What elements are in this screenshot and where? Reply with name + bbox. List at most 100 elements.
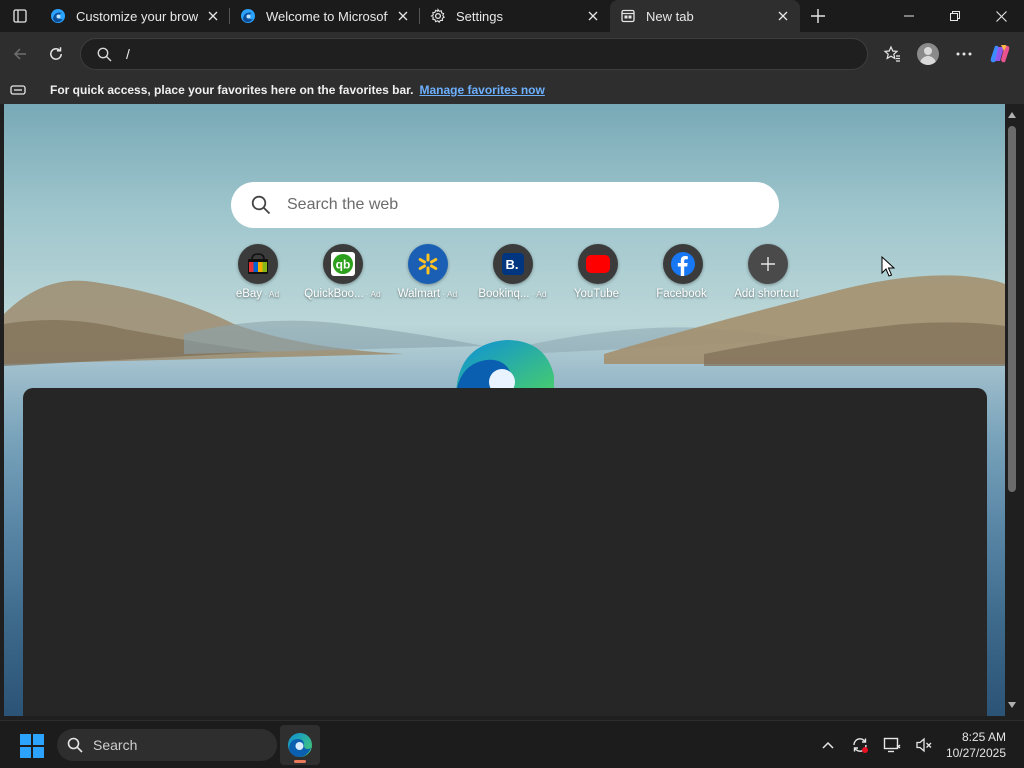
close-tab-button[interactable] [774, 7, 792, 25]
shortcut-label: Add shortcut [734, 288, 799, 300]
more-dots-icon [956, 52, 972, 56]
back-button[interactable] [2, 36, 38, 72]
scrollbar-thumb[interactable] [1008, 126, 1016, 492]
favorites-star-icon [883, 45, 900, 62]
refresh-icon [50, 47, 62, 60]
address-input[interactable]: / [126, 46, 130, 62]
running-indicator [294, 760, 306, 763]
favorites-bar-icon [0, 76, 36, 104]
close-icon [995, 10, 1007, 22]
system-tray [818, 733, 934, 757]
add-shortcut-button[interactable]: Add shortcut [725, 244, 810, 300]
restore-button[interactable] [932, 0, 978, 32]
tab-title: Welcome to Microsoft E [266, 8, 388, 24]
volume-muted-icon [916, 737, 932, 753]
volume-button[interactable] [914, 733, 934, 757]
settings-and-more-button[interactable] [946, 36, 982, 72]
start-button[interactable] [20, 734, 44, 758]
search-icon [251, 195, 271, 215]
close-icon [588, 11, 598, 21]
shortcut-youtube[interactable]: YouTube [555, 244, 640, 300]
shortcut-quickbooks[interactable]: qb QuickBoo... · Ad [300, 244, 385, 300]
shortcut-label: Bookinq... · Ad [478, 288, 547, 300]
minimize-icon [904, 15, 914, 17]
profile-button[interactable] [910, 36, 946, 72]
walmart-spark-icon [407, 244, 448, 284]
copilot-icon [990, 45, 1010, 63]
back-arrow-icon [13, 48, 26, 60]
network-monitor-icon [883, 737, 901, 753]
taskbar-edge-button[interactable] [280, 725, 320, 765]
new-tab-button[interactable] [802, 0, 834, 32]
favorites-bar-message: For quick access, place your favorites h… [50, 83, 414, 97]
favorites-info-bar: For quick access, place your favorites h… [0, 76, 1024, 104]
window-controls [886, 0, 1024, 32]
network-button[interactable] [882, 733, 902, 757]
taskbar-search-box[interactable]: Search [57, 729, 277, 761]
restore-icon [950, 11, 960, 21]
show-hidden-icons-button[interactable] [818, 733, 838, 757]
booking-icon: B. [492, 244, 533, 284]
web-search-box[interactable]: Search the web [231, 182, 779, 228]
close-icon [208, 11, 218, 21]
tab-welcome-edge[interactable]: Welcome to Microsoft E [230, 0, 420, 32]
navigation-toolbar: / [0, 32, 1024, 76]
toolbar-right-actions [874, 36, 1018, 72]
refresh-button[interactable] [38, 36, 74, 72]
plus-icon [747, 244, 788, 284]
tab-customize-browser[interactable]: Customize your browser [40, 0, 230, 32]
search-icon [67, 737, 83, 753]
shortcut-label: Walmart · Ad [397, 288, 458, 300]
shortcut-walmart[interactable]: Walmart · Ad [385, 244, 470, 300]
tab-actions-button[interactable] [0, 0, 40, 32]
address-bar[interactable]: / [80, 38, 868, 70]
taskbar-clock[interactable]: 8:25 AM 10/27/2025 [946, 729, 1006, 761]
edge-icon [240, 8, 256, 24]
shortcut-label: eBay · Ad [235, 288, 280, 300]
desktop-screen: Customize your browser Welcome to Micros… [0, 0, 1024, 768]
scroll-up-arrow-icon[interactable] [1007, 110, 1017, 120]
minimize-button[interactable] [886, 0, 932, 32]
tab-title: Settings [456, 8, 503, 24]
sync-icon [853, 738, 868, 753]
facebook-icon [662, 244, 703, 284]
tab-settings[interactable]: Settings [420, 0, 610, 32]
quickbooks-icon: qb [322, 244, 363, 284]
close-icon [398, 11, 408, 21]
close-tab-button[interactable] [204, 7, 222, 25]
shortcut-label: Facebook [656, 288, 707, 300]
copilot-button[interactable] [982, 36, 1018, 72]
tab-title: New tab [646, 8, 694, 24]
chevron-up-icon [822, 741, 834, 749]
edge-icon [50, 8, 66, 24]
close-window-button[interactable] [978, 0, 1024, 32]
page-scrollbar[interactable] [1005, 104, 1019, 716]
shortcut-ebay[interactable]: eBay · Ad [215, 244, 300, 300]
ebay-bag-icon [237, 244, 278, 284]
clock-date: 10/27/2025 [945, 746, 1006, 760]
tab-new-tab[interactable]: New tab [610, 0, 800, 32]
search-icon [97, 47, 112, 61]
search-placeholder: Search the web [287, 196, 399, 213]
edge-icon [288, 733, 312, 757]
mouse-cursor-icon [881, 256, 895, 277]
edge-logo-icon [456, 340, 554, 396]
windows-logo-icon [20, 734, 44, 758]
avatar-icon [917, 43, 939, 65]
youtube-icon [577, 244, 618, 284]
shortcut-facebook[interactable]: Facebook [640, 244, 725, 300]
windows-taskbar: Search 8:25 AM 10/27/2025 [0, 720, 1024, 768]
favorites-button[interactable] [874, 36, 910, 72]
manage-favorites-link[interactable]: Manage favorites now [419, 83, 544, 97]
scroll-down-arrow-icon[interactable] [1007, 700, 1017, 710]
clock-time: 8:25 AM [961, 730, 1006, 744]
new-tab-page: Search the web eBay · Ad qb QuickBoo... · … [4, 104, 1005, 716]
taskbar-search-label: Search [93, 737, 138, 753]
sync-status-button[interactable] [850, 733, 870, 757]
gear-icon [430, 8, 446, 24]
close-tab-button[interactable] [394, 7, 412, 25]
svg-text:B.: B. [505, 257, 518, 272]
close-tab-button[interactable] [584, 7, 602, 25]
tab-title: Customize your browser [76, 8, 198, 24]
shortcut-booking[interactable]: B. Bookinq... · Ad [470, 244, 555, 300]
